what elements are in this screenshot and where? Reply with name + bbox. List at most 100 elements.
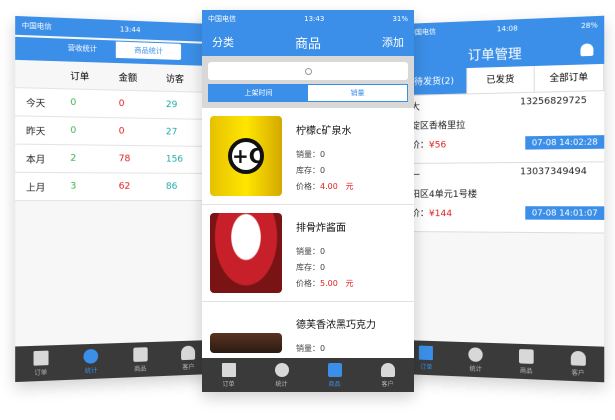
product-sales: 销量：0 (296, 344, 326, 353)
product-image: +C (210, 116, 282, 196)
products-phone: 中国电信 13:43 31% 分类 商品 添加 上架时间 销量 +C 柠檬c矿泉… (202, 10, 414, 392)
row-orders: 3 (70, 181, 77, 192)
document-icon (419, 345, 434, 360)
user-icon[interactable] (580, 43, 594, 57)
battery-text: 31% (392, 15, 408, 23)
segment-listing-time[interactable]: 上架时间 (209, 85, 308, 101)
tab-label: 客户 (571, 368, 585, 377)
price-label: 价格： (296, 182, 320, 191)
carrier-text: 中国电信 (21, 21, 52, 31)
time-text: 14:08 (496, 24, 518, 34)
user-icon (570, 350, 586, 366)
row-orders: 2 (70, 153, 77, 164)
tab-label: 商品 (134, 365, 147, 373)
order-address: 朝阳区4单元1号楼 (402, 189, 478, 201)
tab-label: 商品 (328, 380, 341, 388)
product-sales: 销量：0 (296, 150, 326, 159)
box-icon (327, 362, 342, 377)
time-text: 13:44 (119, 25, 141, 35)
stats-phone: 中国电信 13:44 营收统计 商品统计 订单 金额 访客 今天 0 0 29 … (15, 15, 213, 383)
pie-chart-icon (468, 346, 483, 362)
row-amount: 0 (118, 126, 125, 137)
tab-label: 统计 (469, 365, 482, 373)
segment-product[interactable]: 商品统计 (115, 41, 182, 61)
header-amount: 金额 (118, 72, 138, 84)
product-sales: 销量：0 (296, 247, 326, 256)
tab-bar: 订单 统计 商品 客户 (15, 340, 213, 383)
tab-stats[interactable]: 统计 (255, 358, 308, 392)
stats-segment: 营收统计 商品统计 (47, 38, 183, 62)
box-icon (133, 346, 148, 362)
product-stock: 库存：0 (296, 166, 326, 175)
product-price: 4.00 (320, 182, 338, 191)
tab-label: 统计 (84, 366, 98, 375)
tab-label: 客户 (182, 363, 195, 371)
tab-products[interactable]: 商品 (308, 358, 361, 392)
price-unit: 元 (345, 279, 354, 288)
tab-stats[interactable]: 统计 (66, 343, 116, 380)
add-button[interactable]: 添加 (382, 34, 404, 50)
order-address: 海淀区香格里拉 (402, 120, 466, 132)
list-item[interactable]: 排骨炸酱面 销量：0 库存：0 价格：5.00 元 (202, 205, 414, 302)
table-row: 今天 0 0 29 (15, 88, 213, 120)
row-label: 昨天 (25, 126, 46, 138)
order-total: ¥144 (428, 209, 453, 220)
tab-bar: 订单 统计 商品 客户 (202, 358, 414, 392)
tab-stats[interactable]: 统计 (451, 342, 501, 378)
sort-segment: 上架时间 销量 (208, 84, 408, 102)
tab-shipped[interactable]: 已发货 (467, 65, 535, 94)
nav-bar: 分类 商品 添加 (202, 28, 414, 56)
order-phone: 13256829725 (520, 95, 587, 108)
product-name: 排骨炸酱面 (296, 223, 346, 234)
status-bar: 中国电信 13:43 31% (202, 10, 414, 28)
table-row: 本月 2 78 156 (15, 144, 213, 174)
search-icon (304, 67, 312, 75)
pie-chart-icon (274, 362, 289, 377)
user-icon (380, 362, 395, 377)
tab-orders[interactable]: 订单 (15, 345, 66, 382)
search-input[interactable] (208, 62, 408, 80)
product-image (210, 213, 282, 293)
row-amount: 78 (118, 154, 131, 165)
header-orders: 订单 (70, 71, 90, 83)
tab-customers[interactable]: 客户 (361, 358, 414, 392)
tab-all-orders[interactable]: 全部订单 (534, 63, 605, 92)
time-text: 13:43 (304, 15, 325, 23)
document-icon (33, 350, 49, 366)
tab-products[interactable]: 商品 (116, 342, 165, 378)
page-title: 商品 (294, 36, 321, 52)
list-item[interactable]: 王大13256829725 海淀区香格里拉 总价：¥56 07-08 14:02… (402, 91, 605, 164)
segment-revenue[interactable]: 营收统计 (48, 39, 116, 58)
tab-customers[interactable]: 客户 (552, 345, 604, 382)
battery-text: 28% (580, 21, 598, 31)
category-button[interactable]: 分类 (212, 34, 234, 50)
list-item[interactable]: 张一13037349494 朝阳区4单元1号楼 总价：¥144 07-08 14… (402, 162, 605, 234)
row-label: 上月 (25, 182, 46, 194)
tab-label: 订单 (420, 363, 433, 371)
page-title: 订单管理 (467, 46, 522, 64)
list-item[interactable]: 德芙香浓黑巧克力 销量：0 (202, 302, 414, 362)
order-total: ¥56 (428, 140, 447, 151)
order-time: 07-08 14:01:07 (525, 206, 605, 220)
product-price: 5.00 (320, 279, 338, 288)
segment-sales[interactable]: 销量 (308, 85, 407, 101)
list-item[interactable]: +C 柠檬c矿泉水 销量：0 库存：0 价格：4.00 元 (202, 108, 414, 205)
order-phone: 13037349494 (520, 166, 587, 178)
row-amount: 0 (118, 98, 125, 110)
carrier-text: 中国电信 (208, 15, 236, 23)
tab-label: 客户 (381, 380, 394, 388)
order-time: 07-08 14:02:28 (525, 135, 605, 150)
box-icon (518, 348, 534, 364)
row-label: 本月 (25, 154, 46, 166)
user-icon (181, 345, 196, 360)
row-orders: 0 (70, 125, 77, 137)
tab-label: 订单 (34, 368, 48, 377)
price-unit: 元 (345, 182, 354, 191)
tab-products[interactable]: 商品 (501, 343, 552, 380)
tab-label: 商品 (519, 367, 533, 375)
product-stock: 库存：0 (296, 263, 326, 272)
tab-orders[interactable]: 订单 (202, 358, 255, 392)
tab-label: 统计 (275, 380, 288, 388)
orders-phone: 中国电信 14:08 28% 订单管理 待发货(2) 已发货 全部订单 王大13… (402, 15, 605, 383)
row-label: 今天 (25, 98, 46, 110)
